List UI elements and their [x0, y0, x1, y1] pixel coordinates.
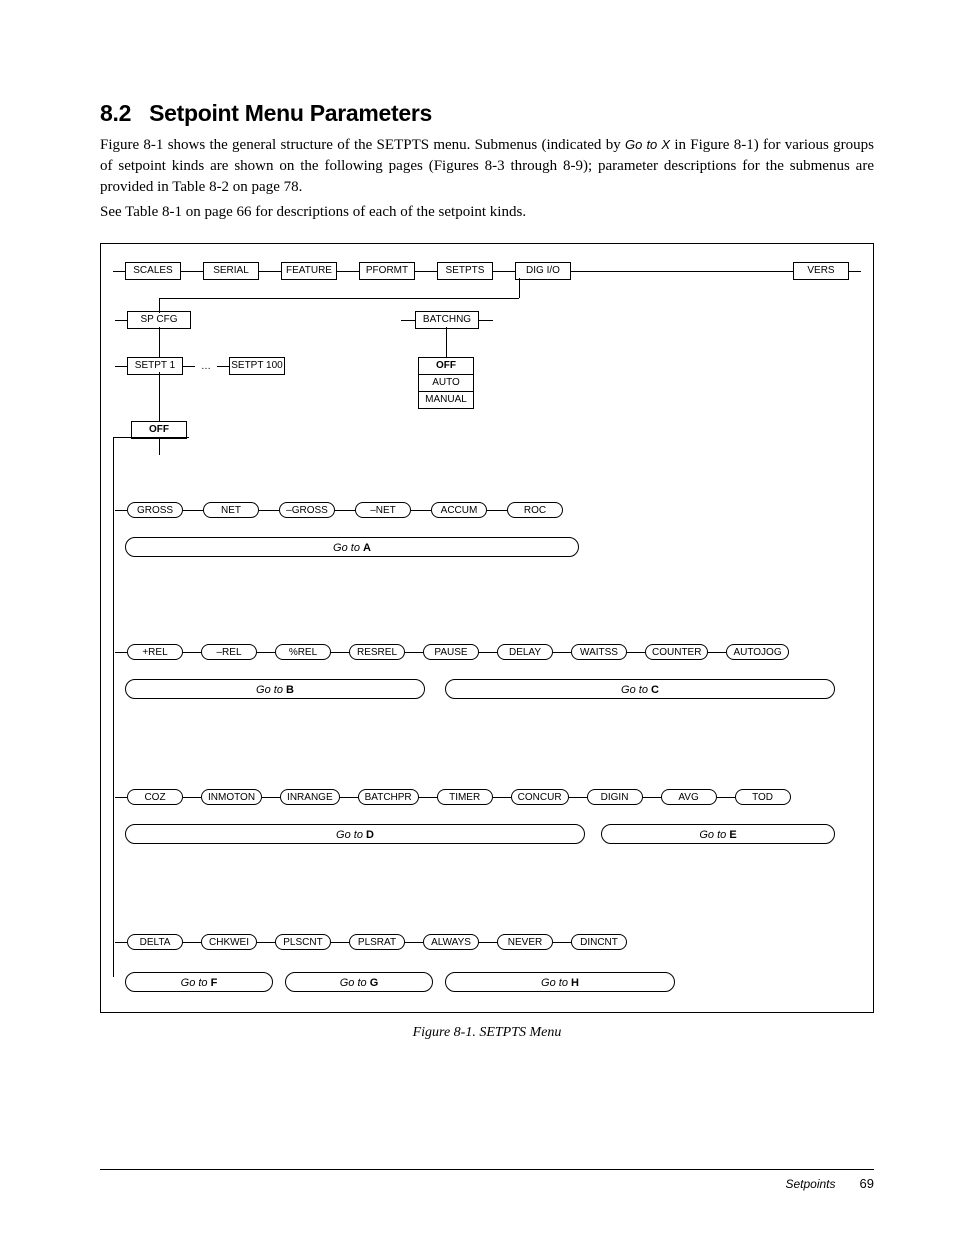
pill-batchpr: BATCHPR [358, 789, 419, 805]
section-number: 8.2 [100, 100, 131, 126]
node-setpt1: SETPT 1 [127, 357, 183, 375]
goto-b: Go to B [125, 679, 425, 699]
goto-f: Go to F [125, 972, 273, 992]
node-batchng: BATCHNG [415, 311, 479, 329]
pill-plsrat: PLSRAT [349, 934, 405, 950]
pill-never: NEVER [497, 934, 553, 950]
pill-inrange: INRANGE [280, 789, 340, 805]
paragraph-1: Figure 8-1 shows the general structure o… [100, 135, 874, 198]
pill-concur: CONCUR [511, 789, 569, 805]
pill-always: ALWAYS [423, 934, 479, 950]
pill-waitss: WAITSS [571, 644, 627, 660]
pill-ngross: –GROSS [279, 502, 335, 518]
pill-digin: DIGIN [587, 789, 643, 805]
goto-a: Go to A [125, 537, 579, 557]
menu-vers: VERS [793, 262, 849, 280]
pill-autojog: AUTOJOG [726, 644, 788, 660]
page-footer: Setpoints 69 [100, 1169, 874, 1191]
pill-coz: COZ [127, 789, 183, 805]
pill-counter: COUNTER [645, 644, 708, 660]
goto-c: Go to C [445, 679, 835, 699]
goto-x-ref: Go to X [625, 137, 670, 152]
pill-nnet: –NET [355, 502, 411, 518]
goto-d: Go to D [125, 824, 585, 844]
pill-avg: AVG [661, 789, 717, 805]
pill-roc: ROC [507, 502, 563, 518]
menu-feature: FEATURE [281, 262, 337, 280]
menu-scales: SCALES [125, 262, 181, 280]
menu-pformt: PFORMT [359, 262, 415, 280]
goto-g: Go to G [285, 972, 433, 992]
pill-inmoton: INMOTON [201, 789, 262, 805]
node-setpt100: SETPT 100 [229, 357, 285, 375]
menu-serial: SERIAL [203, 262, 259, 280]
pill-prel: +REL [127, 644, 183, 660]
pill-delta: DELTA [127, 934, 183, 950]
footer-section: Setpoints [785, 1177, 835, 1191]
pill-timer: TIMER [437, 789, 493, 805]
goto-e: Go to E [601, 824, 835, 844]
pill-plscnt: PLSCNT [275, 934, 331, 950]
pill-net: NET [203, 502, 259, 518]
opt-manual: MANUAL [418, 392, 474, 409]
pill-resrel: RESREL [349, 644, 405, 660]
pill-gross: GROSS [127, 502, 183, 518]
pill-delay: DELAY [497, 644, 553, 660]
menu-digio: DIG I/O [515, 262, 571, 280]
pill-pctrel: %REL [275, 644, 331, 660]
ellipsis: … [195, 361, 217, 372]
figure-diagram: SCALES SERIAL FEATURE PFORMT SETPTS DIG … [100, 243, 874, 1013]
opt-off: OFF [418, 357, 474, 375]
menu-setpts: SETPTS [437, 262, 493, 280]
pill-tod: TOD [735, 789, 791, 805]
goto-h: Go to H [445, 972, 675, 992]
pill-pause: PAUSE [423, 644, 479, 660]
figure-caption: Figure 8-1. SETPTS Menu [100, 1025, 874, 1041]
opt-auto: AUTO [418, 375, 474, 392]
section-title: Setpoint Menu Parameters [149, 100, 432, 126]
footer-page-number: 69 [860, 1176, 874, 1191]
pill-dincnt: DINCNT [571, 934, 627, 950]
pill-mrel: –REL [201, 644, 257, 660]
pill-chkwei: CHKWEI [201, 934, 257, 950]
section-heading: 8.2 Setpoint Menu Parameters [100, 100, 874, 127]
pill-accum: ACCUM [431, 502, 487, 518]
paragraph-2: See Table 8-1 on page 66 for description… [100, 202, 874, 223]
